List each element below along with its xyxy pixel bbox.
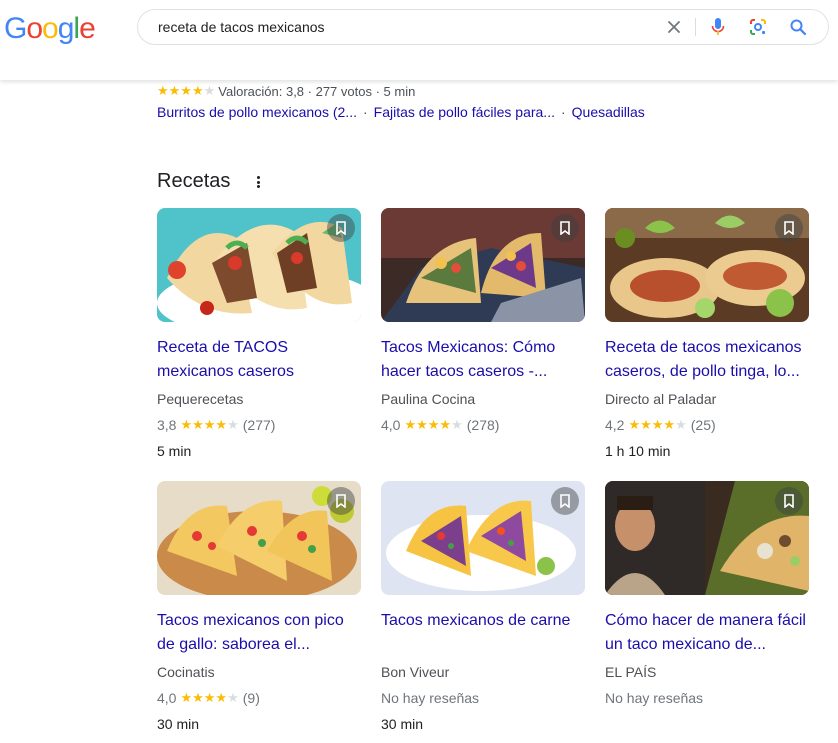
recipe-source: Directo al Paladar — [605, 391, 717, 407]
recipe-title[interactable]: Cómo hacer de manera fácil un taco mexic… — [605, 609, 809, 657]
search-divider — [695, 18, 696, 36]
recipe-source: Paulina Cocina — [381, 391, 476, 407]
recipe-rating: 3,8 ★★★★★ (277) — [157, 415, 361, 435]
recipe-source: Bon Viveur — [381, 664, 450, 680]
search-input[interactable] — [158, 10, 638, 44]
recipe-title[interactable]: Receta de tacos mexicanos caseros, de po… — [605, 336, 809, 384]
related-link[interactable]: Fajitas de pollo fáciles para... — [374, 104, 555, 120]
recipe-time: 30 min — [157, 716, 200, 732]
recipe-card[interactable]: Cómo hacer de manera fácil un taco mexic… — [605, 481, 809, 708]
recipe-thumbnail[interactable] — [157, 481, 361, 595]
snippet-rating-text: Valoración: 3,8 · 277 votos · 5 min — [218, 83, 416, 99]
rating-stars: ★★★★★ — [157, 83, 216, 98]
recipe-card[interactable]: Receta de TACOS mexicanos caseros Pequer… — [157, 208, 361, 461]
bookmark-icon[interactable] — [775, 487, 803, 515]
recipe-card[interactable]: Receta de tacos mexicanos caseros, de po… — [605, 208, 809, 461]
recipe-title[interactable]: Tacos mexicanos de carne — [381, 609, 585, 657]
lens-icon[interactable] — [746, 10, 770, 44]
recipe-rating: 4,2 ★★★★★ (25) — [605, 415, 809, 435]
section-title: Recetas — [157, 170, 231, 192]
rating-value: 4,0 — [381, 417, 401, 433]
recipe-thumbnail[interactable] — [381, 481, 585, 595]
bookmark-icon[interactable] — [327, 487, 355, 515]
snippet-rating: ★★★★★ Valoración: 3,8 · 277 votos · 5 mi… — [157, 83, 415, 99]
rating-votes: (9) — [242, 690, 260, 706]
rating-votes: (277) — [242, 417, 276, 433]
rating-stars: ★★★★★ — [628, 417, 687, 432]
recipe-time: 1 h 10 min — [605, 443, 671, 459]
recipe-title[interactable]: Receta de TACOS mexicanos caseros — [157, 336, 361, 384]
header: Google — [0, 0, 838, 80]
rating-stars: ★★★★★ — [180, 417, 239, 432]
rating-votes: (278) — [466, 417, 500, 433]
recipe-time: 5 min — [157, 443, 192, 459]
recipe-rating: 4,0 ★★★★★ (9) — [157, 688, 361, 708]
logo-letter: e — [79, 12, 96, 45]
recipe-source: EL PAÍS — [605, 664, 657, 680]
recipe-thumbnail[interactable] — [157, 208, 361, 322]
recipe-card[interactable]: Tacos Mexicanos: Cómo hacer tacos casero… — [381, 208, 585, 435]
rating-stars: ★★★★★ — [180, 690, 239, 705]
logo-letter: g — [57, 12, 75, 45]
related-separator: · — [560, 104, 566, 120]
recipe-title[interactable]: Tacos Mexicanos: Cómo hacer tacos casero… — [381, 336, 585, 384]
bookmark-icon[interactable] — [327, 214, 355, 242]
bookmark-icon[interactable] — [551, 487, 579, 515]
related-link[interactable]: Quesadillas — [572, 104, 645, 120]
recipe-no-reviews: No hay reseñas — [381, 690, 480, 706]
search-box — [137, 9, 829, 45]
recipe-rating: 4,0 ★★★★★ (278) — [381, 415, 585, 435]
rating-value: 4,2 — [605, 417, 625, 433]
recipe-card[interactable]: Tacos mexicanos de carne Bon Viveur No h… — [381, 481, 585, 734]
recipe-time: 30 min — [381, 716, 424, 732]
rating-value: 3,8 — [157, 417, 177, 433]
related-separator: · — [362, 104, 368, 120]
related-links: Burritos de pollo mexicanos (2... · Faji… — [157, 104, 645, 120]
rating-votes: (25) — [690, 417, 716, 433]
logo-letter: G — [4, 12, 27, 45]
related-link[interactable]: Burritos de pollo mexicanos (2... — [157, 104, 357, 120]
logo-letter: o — [42, 12, 59, 45]
logo-letter: o — [26, 12, 43, 45]
close-icon[interactable] — [662, 10, 686, 44]
mic-icon[interactable] — [706, 10, 730, 44]
bookmark-icon[interactable] — [551, 214, 579, 242]
bookmark-icon[interactable] — [775, 214, 803, 242]
recipe-thumbnail[interactable] — [381, 208, 585, 322]
recipe-title[interactable]: Tacos mexicanos con pico de gallo: sabor… — [157, 609, 361, 657]
recipe-source: Pequerecetas — [157, 391, 244, 407]
rating-value: 4,0 — [157, 690, 177, 706]
recipe-source: Cocinatis — [157, 664, 215, 680]
rating-stars: ★★★★★ — [404, 417, 463, 432]
recipe-card[interactable]: Tacos mexicanos con pico de gallo: sabor… — [157, 481, 361, 734]
search-icon[interactable] — [786, 10, 810, 44]
google-logo[interactable]: Google — [4, 12, 96, 46]
recipe-no-reviews: No hay reseñas — [605, 690, 704, 706]
more-options-icon[interactable] — [252, 173, 264, 191]
recipe-thumbnail[interactable] — [605, 481, 809, 595]
recipe-thumbnail[interactable] — [605, 208, 809, 322]
